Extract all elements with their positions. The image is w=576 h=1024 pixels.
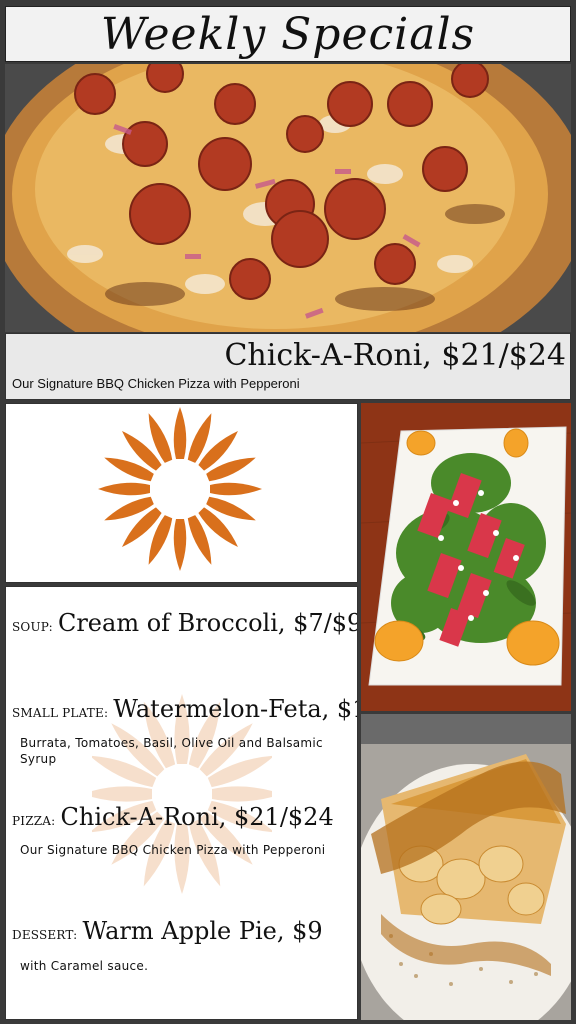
feature-description: Our Signature BBQ Chicken Pizza with Pep…: [12, 376, 300, 391]
header-banner: Weekly Specials: [5, 6, 571, 62]
menu-category-pizza: PIZZA:: [12, 814, 56, 828]
menu-description-pizza: Our Signature BBQ Chicken Pizza with Pep…: [20, 843, 326, 857]
menu-category-dessert: DESSERT:: [12, 928, 78, 942]
menu-item-dessert: Warm Apple Pie, $9: [82, 917, 323, 945]
menu-small-plate: SMALL PLATE: Watermelon-Feta, $12: [12, 695, 358, 723]
menu-soup: SOUP: Cream of Broccoli, $7/$9: [12, 609, 358, 637]
menu-pizza: PIZZA: Chick-A-Roni, $21/$24: [12, 803, 334, 831]
menu-dessert: DESSERT: Warm Apple Pie, $9: [12, 917, 323, 945]
pizza-photo: [5, 64, 571, 332]
menu-category-soup: SOUP:: [12, 620, 53, 634]
menu-description-small-plate: Burrata, Tomatoes, Basil, Olive Oil and …: [20, 736, 323, 766]
logo-panel: [5, 403, 358, 583]
apple-pie-photo: [361, 714, 571, 1020]
sun-logo-icon: [98, 407, 262, 571]
menu-category-small-plate: SMALL PLATE:: [12, 706, 109, 720]
menu-item-pizza: Chick-A-Roni, $21/$24: [60, 803, 334, 831]
feature-name: Chick-A-Roni, $21/$24: [224, 338, 566, 373]
menu-panel: SOUP: Cream of Broccoli, $7/$9 SMALL PLA…: [5, 586, 358, 1020]
menu-item-small-plate: Watermelon-Feta, $12: [113, 695, 358, 723]
feature-caption: Chick-A-Roni, $21/$24 Our Signature BBQ …: [5, 333, 571, 400]
salad-photo: [361, 403, 571, 711]
menu-item-soup: Cream of Broccoli, $7/$9: [57, 609, 358, 637]
menu-description-dessert: with Caramel sauce.: [20, 959, 149, 973]
page-title: Weekly Specials: [100, 9, 476, 60]
